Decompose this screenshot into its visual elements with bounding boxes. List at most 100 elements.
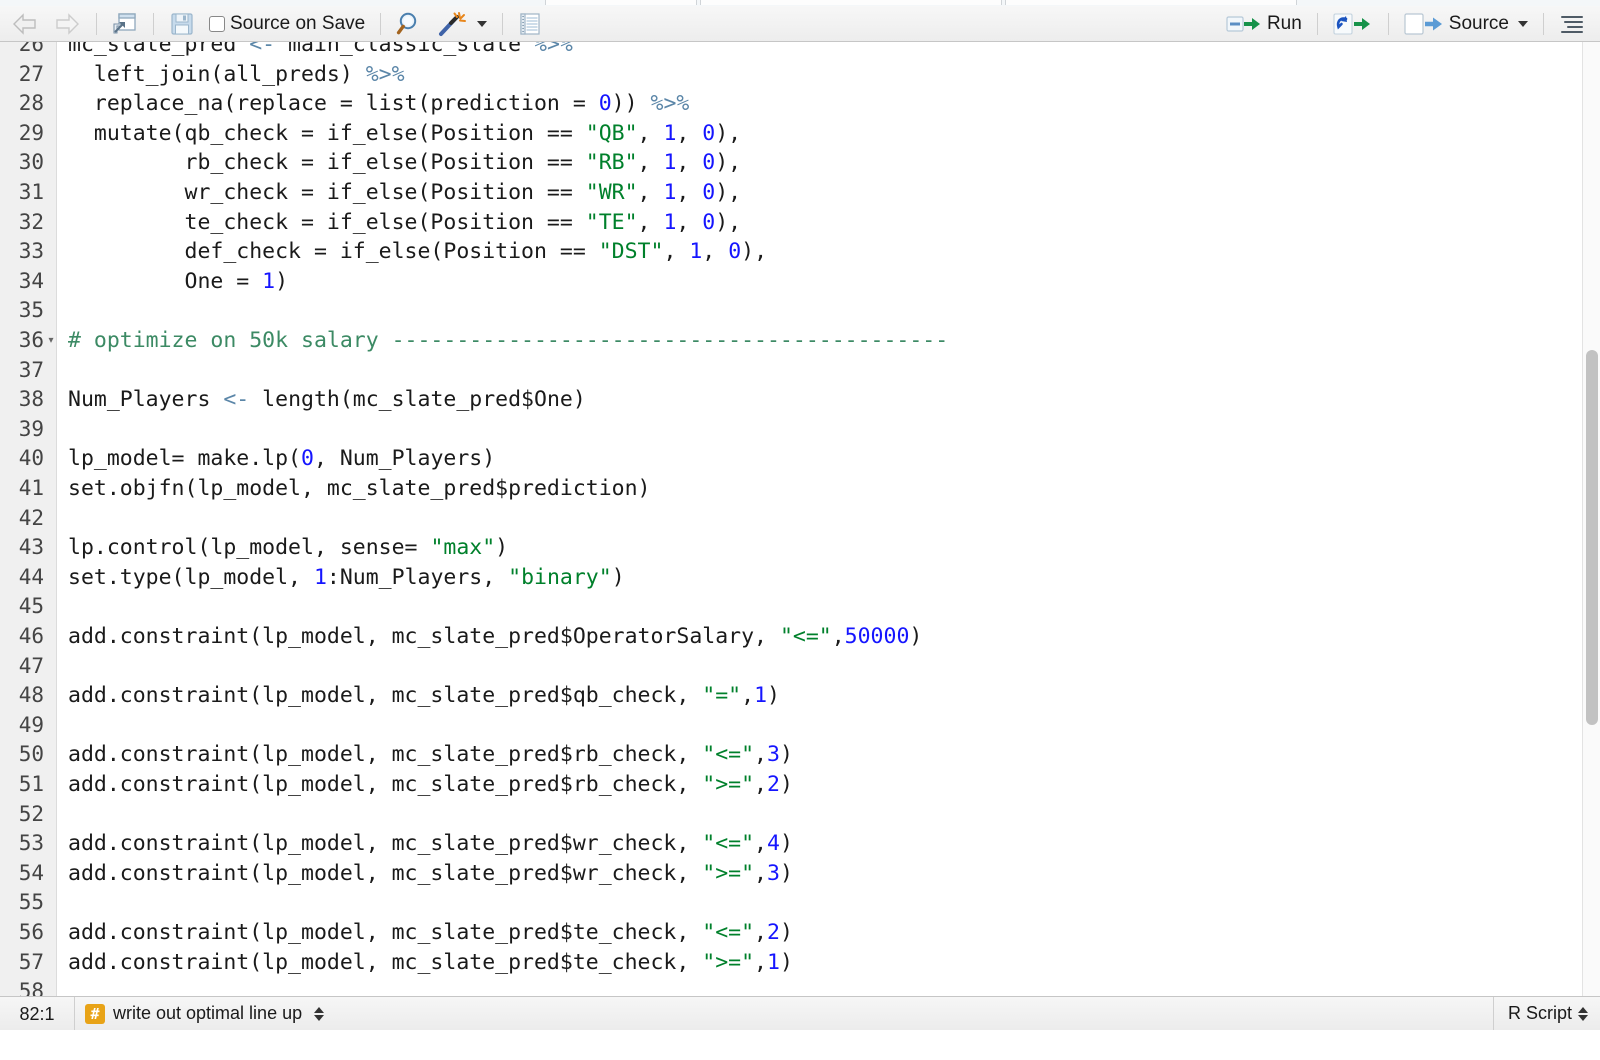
rerun-button[interactable] — [1326, 9, 1380, 39]
source-button[interactable]: Source — [1397, 9, 1535, 39]
code-token: 3 — [767, 742, 780, 768]
code-line[interactable] — [58, 592, 1600, 622]
vertical-scrollbar[interactable] — [1582, 42, 1600, 996]
find-replace-button[interactable] — [389, 9, 431, 39]
line-number: 48 — [18, 683, 44, 708]
code-line[interactable]: set.objfn(lp_model, mc_slate_pred$predic… — [58, 474, 1600, 504]
document-type-selector[interactable]: R Script — [1492, 996, 1600, 1031]
code-editor[interactable]: 26 27 28 29 30 31 32 33 34 35 36 37 38 39 40 41 42 43 44 45… — [0, 42, 1600, 996]
tab-stub-1[interactable] — [545, 0, 697, 5]
code-token: , — [676, 209, 703, 235]
toolbar-separator-3 — [380, 12, 382, 35]
code-token: ), — [715, 150, 742, 176]
code-line[interactable]: add.constraint(lp_model, mc_slate_pred$w… — [58, 829, 1600, 859]
code-content[interactable]: mc_slate_pred <- main_classic_slate %>% … — [58, 42, 1600, 996]
code-token: 0 — [728, 239, 742, 265]
code-line[interactable]: lp.control(lp_model, sense= "max") — [58, 533, 1600, 563]
code-token: add.constraint(lp_model, mc_slate_pred$t… — [68, 920, 703, 945]
code-token: ), — [741, 239, 768, 265]
code-token: , — [702, 239, 729, 265]
source-chevron-down-icon[interactable] — [1518, 20, 1528, 27]
code-token: 3 — [767, 860, 780, 886]
code-token: left_join(all_preds) — [68, 61, 366, 87]
source-on-save-toggle[interactable]: Source on Save — [202, 9, 372, 39]
forward-button[interactable] — [46, 9, 88, 39]
code-token: mc_slate_pred — [68, 42, 250, 57]
code-token: ) — [767, 683, 780, 709]
code-line[interactable] — [58, 888, 1600, 918]
line-number: 31 — [18, 180, 44, 204]
toolbar-separator-4 — [502, 12, 504, 35]
line-number: 32 — [18, 209, 44, 234]
code-tools-button[interactable] — [431, 9, 494, 39]
code-line[interactable] — [58, 711, 1600, 741]
code-line[interactable] — [58, 356, 1600, 386]
code-line[interactable]: Num_Players <- length(mc_slate_pred$One) — [58, 385, 1600, 415]
code-line[interactable]: mutate(qb_check = if_else(Position == "Q… — [58, 119, 1600, 149]
code-line[interactable] — [58, 296, 1600, 326]
code-line[interactable]: add.constraint(lp_model, mc_slate_pred$q… — [58, 681, 1600, 711]
line-number: 51 — [18, 772, 44, 796]
run-button[interactable]: Run — [1219, 9, 1309, 39]
compile-report-button[interactable] — [511, 9, 549, 39]
code-token: replace_na(replace = list(prediction = — [68, 91, 599, 117]
code-line[interactable]: add.constraint(lp_model, mc_slate_pred$r… — [58, 770, 1600, 800]
code-line[interactable]: add.constraint(lp_model, mc_slate_pred$w… — [58, 859, 1600, 889]
code-line[interactable]: One = 1) — [58, 267, 1600, 297]
code-line[interactable] — [58, 800, 1600, 830]
fold-toggle-icon[interactable]: ▾ — [44, 326, 58, 356]
code-token: 1 — [262, 268, 276, 294]
code-line[interactable]: left_join(all_preds) %>% — [58, 60, 1600, 90]
code-token: 1 — [663, 120, 677, 146]
code-line[interactable]: replace_na(replace = list(prediction = 0… — [58, 89, 1600, 119]
code-token: ">=" — [702, 949, 755, 975]
code-line[interactable] — [58, 652, 1600, 682]
tab-stub-2[interactable] — [700, 0, 1002, 5]
popout-button[interactable] — [105, 9, 145, 39]
code-line[interactable]: add.constraint(lp_model, mc_slate_pred$r… — [58, 740, 1600, 770]
code-line[interactable] — [58, 977, 1600, 996]
scope-selector[interactable]: # write out optimal line up — [75, 997, 334, 1031]
code-line[interactable] — [58, 415, 1600, 445]
code-token: 0 — [301, 446, 314, 472]
scope-updown-icon[interactable] — [314, 1006, 325, 1021]
code-line[interactable]: set.type(lp_model, 1:Num_Players, "binar… — [58, 563, 1600, 593]
code-token: , — [637, 150, 664, 176]
line-number: 34 — [18, 268, 44, 293]
code-token: "<=" — [779, 624, 832, 649]
document-outline-button[interactable] — [1552, 9, 1592, 39]
source-on-save-checkbox[interactable] — [209, 15, 225, 32]
back-button[interactable] — [4, 9, 46, 39]
code-line[interactable] — [58, 504, 1600, 534]
toolbar-separator-7 — [1543, 12, 1544, 35]
code-line[interactable]: wr_check = if_else(Position == "WR", 1, … — [58, 178, 1600, 208]
code-token: , — [676, 150, 703, 176]
code-line[interactable]: add.constraint(lp_model, mc_slate_pred$O… — [58, 622, 1600, 652]
line-number: 56 — [18, 920, 44, 944]
document-type-label: R Script — [1507, 1003, 1572, 1023]
code-line[interactable]: mc_slate_pred <- main_classic_slate %>% — [58, 42, 1600, 60]
code-fold-column[interactable]: ▾ — [44, 42, 58, 996]
doc-type-updown-icon[interactable] — [1578, 1006, 1588, 1021]
line-number: 45 — [18, 594, 44, 619]
code-line[interactable]: lp_model= make.lp(0, Num_Players) — [58, 444, 1600, 474]
code-token: # optimize on 50k salary ---------------… — [68, 328, 949, 353]
code-token: 2 — [767, 920, 780, 945]
code-line[interactable]: def_check = if_else(Position == "DST", 1… — [58, 237, 1600, 267]
code-line[interactable]: add.constraint(lp_model, mc_slate_pred$t… — [58, 918, 1600, 948]
code-token: rb_check = if_else(Position == — [68, 150, 586, 176]
code-line[interactable]: add.constraint(lp_model, mc_slate_pred$t… — [58, 948, 1600, 978]
code-line[interactable]: # optimize on 50k salary ---------------… — [58, 326, 1600, 356]
tab-stub-3[interactable] — [1005, 0, 1297, 5]
code-token: mutate(qb_check = if_else(Position == — [68, 120, 586, 146]
code-token: add.constraint(lp_model, mc_slate_pred$w… — [68, 831, 703, 857]
scrollbar-thumb[interactable] — [1586, 350, 1598, 725]
code-token: add.constraint(lp_model, mc_slate_pred$O… — [68, 624, 780, 649]
save-button[interactable] — [162, 9, 202, 39]
code-line[interactable]: rb_check = if_else(Position == "RB", 1, … — [58, 148, 1600, 178]
editor-status-bar: 82:1 # write out optimal line up R Scrip… — [0, 996, 1600, 1031]
line-number: 40 — [18, 446, 44, 471]
code-line[interactable]: te_check = if_else(Position == "TE", 1, … — [58, 208, 1600, 238]
code-token: ">=" — [702, 772, 755, 797]
line-number: 30 — [18, 150, 44, 175]
